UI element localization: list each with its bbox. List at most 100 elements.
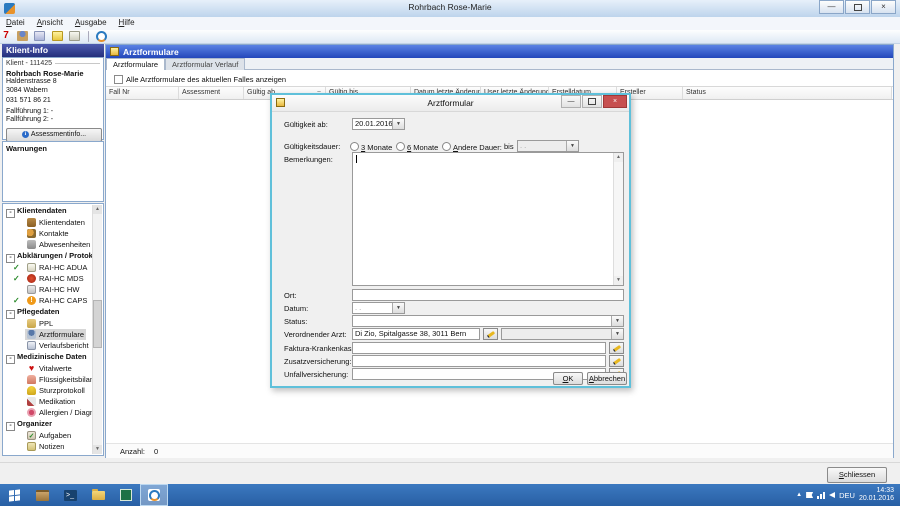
system-tray: ▲ DEU 14:33 20.01.2016 bbox=[796, 487, 900, 503]
radio-icon[interactable] bbox=[350, 142, 359, 151]
sidebar-item-notizen[interactable]: Notizen bbox=[4, 441, 92, 452]
network-icon[interactable] bbox=[817, 491, 826, 499]
spreadsheet-icon[interactable] bbox=[112, 484, 140, 506]
count-value: 0 bbox=[154, 447, 159, 456]
tree-group-organizer[interactable]: - Organizer bbox=[4, 418, 92, 431]
textarea-scrollbar[interactable]: ▲ ▼ bbox=[613, 153, 623, 285]
flag-icon[interactable] bbox=[806, 492, 814, 498]
radio-icon[interactable] bbox=[396, 142, 405, 151]
filter-checkbox[interactable] bbox=[114, 75, 123, 84]
sidebar-item-aufgaben[interactable]: ✓ Aufgaben bbox=[4, 430, 92, 441]
sidebar-item-vitalwerte[interactable]: ♥ Vitalwerte bbox=[4, 363, 92, 374]
dialog-close-button[interactable]: × bbox=[603, 95, 627, 108]
column-header-assessment[interactable]: Assessment bbox=[179, 87, 244, 99]
column-header-status[interactable]: Status bbox=[683, 87, 892, 99]
sidebar-item-abwesenheiten[interactable]: Abwesenheiten bbox=[4, 239, 92, 250]
client-address2: 3084 Wabern bbox=[6, 86, 48, 94]
sidebar-item-allergien-diagnosen[interactable]: Allergien / Diagnosen... bbox=[4, 407, 92, 418]
note-icon[interactable] bbox=[51, 31, 63, 41]
column-header-fall-nr[interactable]: Fall Nr bbox=[106, 87, 179, 99]
radio-6-monate[interactable]: 6 Monate bbox=[396, 142, 438, 152]
status-select[interactable]: ▼ bbox=[352, 315, 624, 327]
menu-item-ausgabe[interactable]: Ausgabe bbox=[69, 17, 113, 27]
volume-icon[interactable] bbox=[829, 492, 836, 498]
arzt-secondary-combo: ▼ bbox=[501, 328, 624, 340]
sidebar-item-medikation[interactable]: Medikation bbox=[4, 396, 92, 407]
sidebar-item-rai-hc-caps[interactable]: ✓! RAI-HC CAPS bbox=[4, 295, 92, 306]
chevron-down-icon[interactable]: ▼ bbox=[392, 119, 404, 129]
seven-icon[interactable]: 7 bbox=[2, 31, 10, 41]
sidebar-item-flüssigkeitsbilanz[interactable]: Flüssigkeitsbilanz bbox=[4, 374, 92, 385]
language-indicator[interactable]: DEU bbox=[839, 491, 855, 500]
schliessen-button[interactable]: Schliessen bbox=[827, 467, 887, 483]
scroll-up-icon[interactable]: ▲ bbox=[614, 153, 623, 162]
powershell-icon[interactable]: >_ bbox=[56, 484, 84, 506]
pencil-icon bbox=[612, 344, 622, 353]
edit-icon[interactable] bbox=[69, 31, 81, 41]
chevron-down-icon[interactable]: ▼ bbox=[611, 316, 623, 326]
abbrechen-button[interactable]: Abbrechen bbox=[587, 372, 627, 385]
verordnender-arzt-input[interactable]: Di Zio, Spitalgasse 38, 3011 Bern bbox=[352, 328, 480, 340]
ort-input[interactable] bbox=[352, 289, 624, 301]
sidebar-item-arztformulare[interactable]: Arztformulare bbox=[4, 329, 92, 340]
sidebar-item-ppl[interactable]: PPL bbox=[4, 318, 92, 329]
window-minimize-button[interactable]: — bbox=[819, 0, 844, 14]
start-icon[interactable] bbox=[0, 484, 28, 506]
dialog-minimize-button[interactable]: — bbox=[561, 95, 581, 108]
faktura-input[interactable] bbox=[352, 342, 606, 354]
menu-item-datei[interactable]: Datei bbox=[0, 17, 31, 27]
zusatz-edit-button[interactable] bbox=[609, 355, 624, 367]
explorer-icon[interactable] bbox=[84, 484, 112, 506]
bemerkungen-textarea[interactable]: ▲ ▼ bbox=[352, 152, 624, 286]
menu-item-ansicht[interactable]: Ansicht bbox=[31, 17, 69, 27]
tree-group-abklärungen-protokolle[interactable]: -Abklärungen / Protokolle bbox=[4, 250, 92, 263]
scrollbar-thumb[interactable] bbox=[93, 300, 102, 348]
tab-arztformular-verlauf[interactable]: Arztformular Verlauf bbox=[165, 58, 246, 70]
zusatz-input[interactable] bbox=[352, 355, 606, 367]
chevron-down-icon[interactable]: ▼ bbox=[392, 303, 404, 313]
tray-expand-icon[interactable]: ▲ bbox=[796, 492, 802, 498]
navigation-tree: - Klientendaten Klientendaten Kontakte Abwes… bbox=[2, 203, 104, 456]
refresh-icon[interactable] bbox=[96, 31, 108, 42]
assessmentinfo-button[interactable]: i Assessmentinfo... bbox=[6, 127, 102, 142]
arzt-edit-button[interactable] bbox=[483, 328, 498, 340]
client-id-row[interactable]: Klient - 111425 bbox=[6, 60, 100, 67]
scroll-down-icon[interactable]: ▼ bbox=[93, 445, 102, 454]
scroll-up-icon[interactable]: ▲ bbox=[93, 205, 102, 214]
datum-combo[interactable]: . . ▼ bbox=[352, 302, 405, 314]
menu-item-hilfe[interactable]: Hilfe bbox=[113, 17, 141, 27]
window-close-button[interactable]: × bbox=[871, 0, 896, 14]
radio-andere-dauer[interactable]: Andere Dauer: bbox=[442, 142, 502, 152]
tree-group-pflegedaten[interactable]: - Pflegedaten bbox=[4, 306, 92, 319]
sidebar-item-rai-hc-adua[interactable]: ✓ RAI-HC ADUA bbox=[4, 262, 92, 273]
sidebar-item-rai-hc-hw[interactable]: RAI-HC HW bbox=[4, 284, 92, 295]
toolbar: 7 bbox=[0, 30, 900, 44]
bemerkungen-label: Bemerkungen: bbox=[284, 155, 333, 164]
tree-group-klientendaten[interactable]: - Klientendaten bbox=[4, 205, 92, 218]
warnings-panel: Warnungen bbox=[2, 141, 104, 202]
sidebar-item-verlaufsbericht[interactable]: Verlaufsbericht bbox=[4, 340, 92, 351]
faktura-edit-button[interactable] bbox=[609, 342, 624, 354]
tab-arztformulare[interactable]: Arztformulare bbox=[106, 58, 166, 70]
server-manager-icon[interactable] bbox=[28, 484, 56, 506]
radio-icon[interactable] bbox=[442, 142, 451, 151]
tree-group-medizinische-daten[interactable]: - Medizinische Daten bbox=[4, 351, 92, 364]
bis-date-combo: . . ▼ bbox=[517, 140, 579, 152]
care-app-icon[interactable] bbox=[140, 484, 168, 506]
dialog-maximize-button[interactable] bbox=[582, 95, 602, 108]
sidebar-item-klientendaten[interactable]: Klientendaten bbox=[4, 217, 92, 228]
gueltigkeit-ab-combo[interactable]: 20.01.2016 ▼ bbox=[352, 118, 405, 130]
report-icon[interactable] bbox=[34, 31, 46, 41]
sidebar-item-rai-hc-mds[interactable]: ✓ RAI-HC MDS bbox=[4, 273, 92, 284]
sidebar-item-kontakte[interactable]: Kontakte bbox=[4, 228, 92, 239]
docs-icon bbox=[27, 341, 36, 350]
ok-button[interactable]: OK bbox=[553, 372, 583, 385]
taskbar-clock[interactable]: 14:33 20.01.2016 bbox=[859, 487, 894, 503]
tree-scrollbar[interactable]: ▲ ▼ bbox=[92, 205, 102, 454]
person-icon[interactable] bbox=[16, 31, 28, 41]
sidebar-item-sturzprotokoll[interactable]: Sturzprotokoll bbox=[4, 385, 92, 396]
scroll-down-icon[interactable]: ▼ bbox=[614, 276, 623, 285]
window-restore-button[interactable] bbox=[845, 0, 870, 14]
radio-3-monate[interactable]: 3 Monate bbox=[350, 142, 392, 152]
mds-icon bbox=[27, 274, 36, 283]
